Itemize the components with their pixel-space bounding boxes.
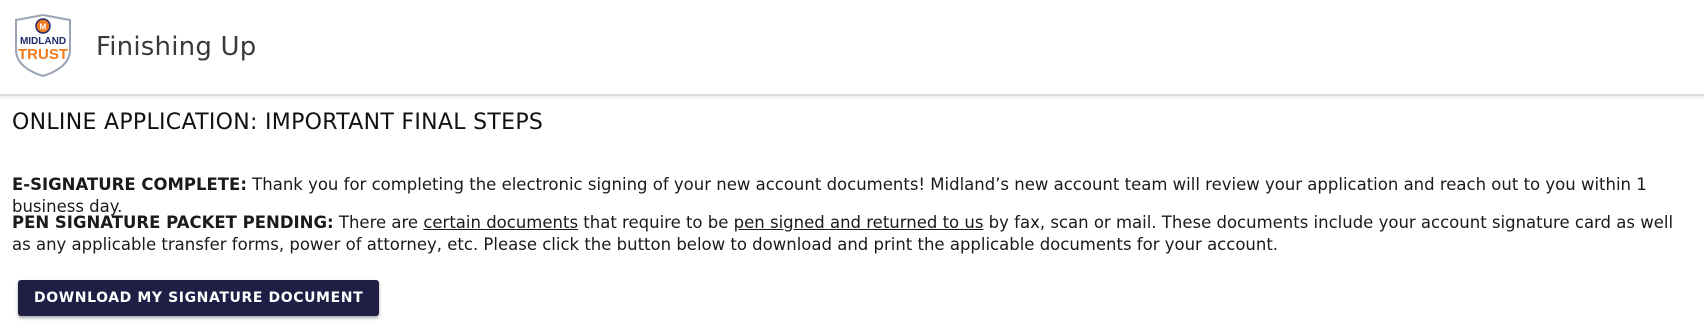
page-header: M MIDLAND TRUST Finishing Up	[0, 0, 1704, 96]
pen-signature-paragraph: PEN SIGNATURE PACKET PENDING: There are …	[12, 212, 1692, 256]
svg-text:TRUST: TRUST	[18, 46, 68, 63]
certain-documents-link[interactable]: certain documents	[423, 213, 578, 232]
download-signature-document-button[interactable]: DOWNLOAD MY SIGNATURE DOCUMENT	[18, 280, 380, 316]
pen-signature-label: PEN SIGNATURE PACKET PENDING:	[12, 213, 334, 232]
pen-signed-returned-link[interactable]: pen signed and returned to us	[734, 213, 984, 232]
esignature-label: E-SIGNATURE COMPLETE:	[12, 175, 247, 194]
midland-trust-logo[interactable]: M MIDLAND TRUST	[10, 12, 76, 78]
esignature-text: Thank you for completing the electronic …	[12, 175, 1647, 216]
logo-shield-icon: M MIDLAND TRUST	[15, 13, 71, 78]
section-heading: ONLINE APPLICATION: IMPORTANT FINAL STEP…	[12, 110, 544, 135]
svg-text:M: M	[40, 23, 47, 32]
pen-text-a: There are	[333, 213, 424, 232]
page-title: Finishing Up	[96, 32, 257, 62]
pen-text-b: that require to be	[578, 213, 734, 232]
